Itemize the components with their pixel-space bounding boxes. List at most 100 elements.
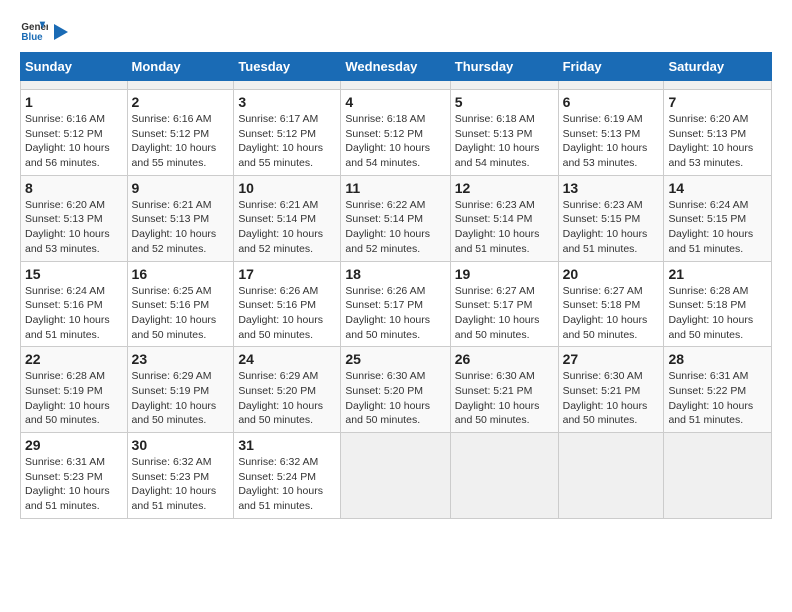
day-info: Sunrise: 6:30 AM Sunset: 5:20 PM Dayligh… [345, 369, 445, 428]
calendar-cell: 19 Sunrise: 6:27 AM Sunset: 5:17 PM Dayl… [450, 261, 558, 347]
day-number: 29 [25, 437, 123, 453]
day-info: Sunrise: 6:19 AM Sunset: 5:13 PM Dayligh… [563, 112, 660, 171]
day-number: 28 [668, 351, 767, 367]
day-number: 2 [132, 94, 230, 110]
calendar-cell: 11 Sunrise: 6:22 AM Sunset: 5:14 PM Dayl… [341, 175, 450, 261]
day-number: 26 [455, 351, 554, 367]
weekday-header-sunday: Sunday [21, 53, 128, 81]
day-number: 8 [25, 180, 123, 196]
day-number: 22 [25, 351, 123, 367]
calendar-cell: 13 Sunrise: 6:23 AM Sunset: 5:15 PM Dayl… [558, 175, 664, 261]
weekday-header-wednesday: Wednesday [341, 53, 450, 81]
calendar-cell: 5 Sunrise: 6:18 AM Sunset: 5:13 PM Dayli… [450, 90, 558, 176]
day-number: 25 [345, 351, 445, 367]
calendar-cell: 29 Sunrise: 6:31 AM Sunset: 5:23 PM Dayl… [21, 433, 128, 519]
day-info: Sunrise: 6:20 AM Sunset: 5:13 PM Dayligh… [668, 112, 767, 171]
calendar-cell: 23 Sunrise: 6:29 AM Sunset: 5:19 PM Dayl… [127, 347, 234, 433]
calendar-cell [450, 433, 558, 519]
weekday-header-thursday: Thursday [450, 53, 558, 81]
calendar-cell [664, 81, 772, 90]
calendar-cell [341, 81, 450, 90]
day-number: 12 [455, 180, 554, 196]
calendar-cell: 24 Sunrise: 6:29 AM Sunset: 5:20 PM Dayl… [234, 347, 341, 433]
day-number: 7 [668, 94, 767, 110]
day-number: 15 [25, 266, 123, 282]
calendar-cell: 18 Sunrise: 6:26 AM Sunset: 5:17 PM Dayl… [341, 261, 450, 347]
calendar-cell: 30 Sunrise: 6:32 AM Sunset: 5:23 PM Dayl… [127, 433, 234, 519]
day-number: 19 [455, 266, 554, 282]
day-info: Sunrise: 6:30 AM Sunset: 5:21 PM Dayligh… [563, 369, 660, 428]
calendar-week-row [21, 81, 772, 90]
calendar-cell [341, 433, 450, 519]
calendar-cell: 10 Sunrise: 6:21 AM Sunset: 5:14 PM Dayl… [234, 175, 341, 261]
day-info: Sunrise: 6:32 AM Sunset: 5:24 PM Dayligh… [238, 455, 336, 514]
calendar-cell: 22 Sunrise: 6:28 AM Sunset: 5:19 PM Dayl… [21, 347, 128, 433]
calendar-cell: 12 Sunrise: 6:23 AM Sunset: 5:14 PM Dayl… [450, 175, 558, 261]
day-number: 4 [345, 94, 445, 110]
day-info: Sunrise: 6:29 AM Sunset: 5:19 PM Dayligh… [132, 369, 230, 428]
weekday-header-saturday: Saturday [664, 53, 772, 81]
calendar-week-row: 22 Sunrise: 6:28 AM Sunset: 5:19 PM Dayl… [21, 347, 772, 433]
calendar-cell: 27 Sunrise: 6:30 AM Sunset: 5:21 PM Dayl… [558, 347, 664, 433]
day-info: Sunrise: 6:27 AM Sunset: 5:18 PM Dayligh… [563, 284, 660, 343]
day-number: 24 [238, 351, 336, 367]
calendar-cell: 9 Sunrise: 6:21 AM Sunset: 5:13 PM Dayli… [127, 175, 234, 261]
svg-text:Blue: Blue [21, 32, 43, 43]
day-info: Sunrise: 6:16 AM Sunset: 5:12 PM Dayligh… [25, 112, 123, 171]
day-number: 16 [132, 266, 230, 282]
day-info: Sunrise: 6:29 AM Sunset: 5:20 PM Dayligh… [238, 369, 336, 428]
day-info: Sunrise: 6:30 AM Sunset: 5:21 PM Dayligh… [455, 369, 554, 428]
day-info: Sunrise: 6:28 AM Sunset: 5:19 PM Dayligh… [25, 369, 123, 428]
calendar-cell: 14 Sunrise: 6:24 AM Sunset: 5:15 PM Dayl… [664, 175, 772, 261]
logo: General Blue [20, 16, 72, 44]
calendar-cell: 26 Sunrise: 6:30 AM Sunset: 5:21 PM Dayl… [450, 347, 558, 433]
day-info: Sunrise: 6:17 AM Sunset: 5:12 PM Dayligh… [238, 112, 336, 171]
day-info: Sunrise: 6:26 AM Sunset: 5:17 PM Dayligh… [345, 284, 445, 343]
calendar-cell: 25 Sunrise: 6:30 AM Sunset: 5:20 PM Dayl… [341, 347, 450, 433]
calendar-cell [234, 81, 341, 90]
weekday-header-friday: Friday [558, 53, 664, 81]
day-number: 14 [668, 180, 767, 196]
calendar-cell: 3 Sunrise: 6:17 AM Sunset: 5:12 PM Dayli… [234, 90, 341, 176]
day-number: 23 [132, 351, 230, 367]
day-number: 6 [563, 94, 660, 110]
day-info: Sunrise: 6:31 AM Sunset: 5:23 PM Dayligh… [25, 455, 123, 514]
calendar-cell [558, 433, 664, 519]
calendar-cell [21, 81, 128, 90]
calendar-cell: 15 Sunrise: 6:24 AM Sunset: 5:16 PM Dayl… [21, 261, 128, 347]
day-info: Sunrise: 6:23 AM Sunset: 5:15 PM Dayligh… [563, 198, 660, 257]
day-number: 17 [238, 266, 336, 282]
calendar-cell: 16 Sunrise: 6:25 AM Sunset: 5:16 PM Dayl… [127, 261, 234, 347]
calendar-cell: 17 Sunrise: 6:26 AM Sunset: 5:16 PM Dayl… [234, 261, 341, 347]
calendar-cell: 1 Sunrise: 6:16 AM Sunset: 5:12 PM Dayli… [21, 90, 128, 176]
calendar-cell: 8 Sunrise: 6:20 AM Sunset: 5:13 PM Dayli… [21, 175, 128, 261]
calendar-cell [558, 81, 664, 90]
day-info: Sunrise: 6:26 AM Sunset: 5:16 PM Dayligh… [238, 284, 336, 343]
day-info: Sunrise: 6:20 AM Sunset: 5:13 PM Dayligh… [25, 198, 123, 257]
calendar-cell: 28 Sunrise: 6:31 AM Sunset: 5:22 PM Dayl… [664, 347, 772, 433]
logo-arrow-icon [54, 22, 72, 42]
calendar-cell: 20 Sunrise: 6:27 AM Sunset: 5:18 PM Dayl… [558, 261, 664, 347]
weekday-header-monday: Monday [127, 53, 234, 81]
day-info: Sunrise: 6:31 AM Sunset: 5:22 PM Dayligh… [668, 369, 767, 428]
day-info: Sunrise: 6:18 AM Sunset: 5:13 PM Dayligh… [455, 112, 554, 171]
day-number: 1 [25, 94, 123, 110]
calendar-week-row: 8 Sunrise: 6:20 AM Sunset: 5:13 PM Dayli… [21, 175, 772, 261]
calendar-week-row: 15 Sunrise: 6:24 AM Sunset: 5:16 PM Dayl… [21, 261, 772, 347]
day-info: Sunrise: 6:25 AM Sunset: 5:16 PM Dayligh… [132, 284, 230, 343]
day-info: Sunrise: 6:16 AM Sunset: 5:12 PM Dayligh… [132, 112, 230, 171]
day-number: 21 [668, 266, 767, 282]
day-number: 11 [345, 180, 445, 196]
day-info: Sunrise: 6:24 AM Sunset: 5:15 PM Dayligh… [668, 198, 767, 257]
calendar-cell: 2 Sunrise: 6:16 AM Sunset: 5:12 PM Dayli… [127, 90, 234, 176]
day-info: Sunrise: 6:24 AM Sunset: 5:16 PM Dayligh… [25, 284, 123, 343]
calendar-cell: 31 Sunrise: 6:32 AM Sunset: 5:24 PM Dayl… [234, 433, 341, 519]
calendar-cell [127, 81, 234, 90]
day-info: Sunrise: 6:28 AM Sunset: 5:18 PM Dayligh… [668, 284, 767, 343]
day-info: Sunrise: 6:18 AM Sunset: 5:12 PM Dayligh… [345, 112, 445, 171]
day-number: 10 [238, 180, 336, 196]
day-number: 9 [132, 180, 230, 196]
day-info: Sunrise: 6:21 AM Sunset: 5:14 PM Dayligh… [238, 198, 336, 257]
day-info: Sunrise: 6:22 AM Sunset: 5:14 PM Dayligh… [345, 198, 445, 257]
day-number: 20 [563, 266, 660, 282]
